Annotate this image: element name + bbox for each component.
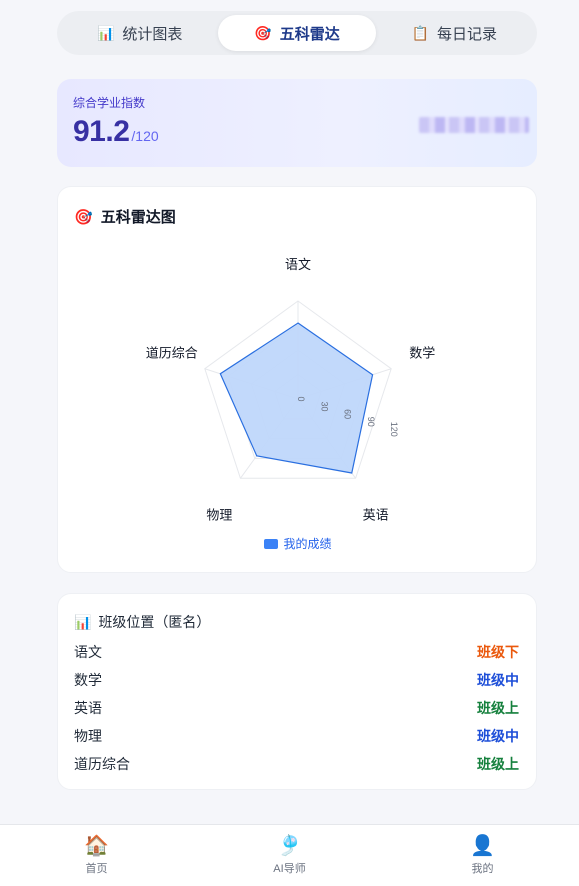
nav-label: 我的 (471, 862, 494, 875)
score-label: 综合学业指数 (73, 96, 146, 110)
nav-ai-mentor[interactable]: 🎐 AI导师 (193, 825, 386, 886)
nav-profile[interactable]: 👤 我的 (386, 825, 579, 886)
subject-name: 语文 (74, 644, 102, 660)
radar-tick-label: 60 (343, 409, 353, 419)
tab-daily-record[interactable]: 📋 每日记录 (376, 15, 533, 51)
radar-card-title: 🎯 五科雷达图 (74, 206, 176, 227)
nav-label: 首页 (85, 862, 108, 875)
tab-stats-charts[interactable]: 📊 统计图表 (61, 15, 218, 51)
target-icon: 🎯 (74, 208, 93, 226)
class-level: 班级下 (477, 644, 519, 660)
class-level: 班级中 (477, 728, 519, 744)
bar-chart-icon: 📊 (96, 25, 115, 41)
class-position-card: 📊 班级位置（匿名） 语文 班级下 数学 班级中 英语 班级上 物理 班级中 道… (57, 593, 537, 790)
tab-label: 每日记录 (437, 25, 498, 43)
radar-axis-label: 物理 (206, 507, 232, 522)
list-item: 语文 班级下 (74, 638, 519, 666)
subject-name: 物理 (74, 728, 102, 744)
list-item: 物理 班级中 (74, 722, 519, 750)
radar-tick-label: 90 (366, 417, 376, 427)
legend-swatch (264, 538, 279, 549)
blurred-redaction (419, 117, 529, 133)
score-max: /120 (131, 128, 159, 144)
radar-tick-label: 30 (319, 402, 329, 412)
radar-chart: 0 30 60 90 120 语文数学英语 物理 道历综合 (146, 257, 435, 522)
subject-name: 数学 (74, 672, 102, 688)
radar-axis-label: 道历综合 (146, 346, 198, 361)
home-icon: 🏠 (84, 834, 109, 857)
nav-label: AI导师 (273, 862, 306, 875)
profile-icon: 👤 (470, 834, 495, 857)
nav-home[interactable]: 🏠 首页 (0, 825, 193, 886)
tab-five-subject-radar[interactable]: 🎯 五科雷达 (218, 15, 376, 51)
view-tabs: 📊 统计图表 🎯 五科雷达 📋 每日记录 (57, 11, 537, 55)
target-icon: 🎯 (254, 25, 272, 41)
clipboard-icon: 📋 (411, 25, 430, 41)
ai-mentor-icon: 🎐 (277, 834, 302, 857)
radar-card: 0 30 60 90 120 语文数学英语 物理 道历综合 🎯 五科雷达图 我的成绩 (57, 186, 537, 573)
class-level: 班级上 (477, 756, 519, 772)
radar-axis-label: 英语 (363, 507, 389, 522)
list-item: 道历综合 班级上 (74, 750, 519, 778)
list-item: 英语 班级上 (74, 694, 519, 722)
class-position-title-text: 班级位置（匿名） (98, 614, 211, 630)
class-level: 班级中 (477, 672, 519, 688)
radar-title-text: 五科雷达图 (100, 209, 176, 226)
class-position-list: 语文 班级下 数学 班级中 英语 班级上 物理 班级中 道历综合 班级上 (74, 638, 519, 778)
subject-name: 道历综合 (74, 756, 130, 772)
score-value: 91.2 (73, 115, 130, 148)
radar-tick-label: 120 (389, 422, 399, 437)
subject-name: 英语 (74, 700, 102, 716)
class-level: 班级上 (477, 700, 519, 716)
radar-axis-label: 数学 (409, 346, 435, 361)
composite-score-card: 综合学业指数 91.2 /120 (57, 79, 537, 167)
list-item: 数学 班级中 (74, 666, 519, 694)
legend-label: 我的成绩 (283, 537, 332, 551)
bottom-nav: 🏠 首页 🎐 AI导师 👤 我的 (0, 824, 579, 886)
class-position-title: 📊 班级位置（匿名） (74, 612, 210, 632)
tab-label: 统计图表 (122, 25, 183, 43)
radar-tick-label: 0 (296, 396, 306, 401)
chart-legend[interactable]: 我的成绩 (58, 535, 538, 552)
tab-label: 五科雷达 (279, 25, 340, 43)
bar-chart-icon: 📊 (74, 613, 92, 630)
radar-axis-label: 语文 (285, 257, 311, 272)
